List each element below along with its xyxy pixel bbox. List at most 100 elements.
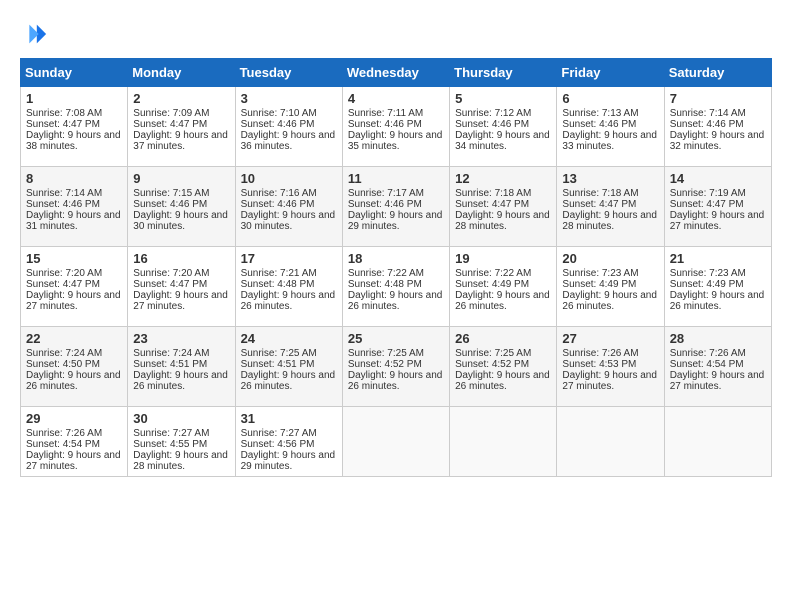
calendar-cell: 28Sunrise: 7:26 AMSunset: 4:54 PMDayligh…: [664, 327, 771, 407]
sunset-label: Sunset: 4:51 PM: [241, 359, 315, 370]
sunrise-label: Sunrise: 7:22 AM: [348, 268, 424, 279]
sunrise-label: Sunrise: 7:23 AM: [562, 268, 638, 279]
day-number: 29: [26, 411, 122, 426]
daylight-label: Daylight: 9 hours and 26 minutes.: [348, 370, 443, 392]
sunrise-label: Sunrise: 7:16 AM: [241, 188, 317, 199]
col-saturday: Saturday: [664, 59, 771, 87]
sunrise-label: Sunrise: 7:08 AM: [26, 108, 102, 119]
calendar-cell: 20Sunrise: 7:23 AMSunset: 4:49 PMDayligh…: [557, 247, 664, 327]
daylight-label: Daylight: 9 hours and 37 minutes.: [133, 130, 228, 152]
sunset-label: Sunset: 4:46 PM: [562, 119, 636, 130]
sunset-label: Sunset: 4:50 PM: [26, 359, 100, 370]
sunrise-label: Sunrise: 7:25 AM: [455, 348, 531, 359]
day-number: 18: [348, 251, 444, 266]
calendar-cell: 4Sunrise: 7:11 AMSunset: 4:46 PMDaylight…: [342, 87, 449, 167]
day-number: 2: [133, 91, 229, 106]
sunset-label: Sunset: 4:53 PM: [562, 359, 636, 370]
sunset-label: Sunset: 4:46 PM: [455, 119, 529, 130]
sunrise-label: Sunrise: 7:27 AM: [241, 428, 317, 439]
daylight-label: Daylight: 9 hours and 32 minutes.: [670, 130, 765, 152]
daylight-label: Daylight: 9 hours and 29 minutes.: [241, 450, 336, 472]
sunset-label: Sunset: 4:48 PM: [348, 279, 422, 290]
sunset-label: Sunset: 4:46 PM: [133, 199, 207, 210]
sunset-label: Sunset: 4:46 PM: [348, 199, 422, 210]
day-number: 21: [670, 251, 766, 266]
calendar-cell: 27Sunrise: 7:26 AMSunset: 4:53 PMDayligh…: [557, 327, 664, 407]
daylight-label: Daylight: 9 hours and 31 minutes.: [26, 210, 121, 232]
col-sunday: Sunday: [21, 59, 128, 87]
sunrise-label: Sunrise: 7:23 AM: [670, 268, 746, 279]
sunset-label: Sunset: 4:52 PM: [455, 359, 529, 370]
calendar-cell: 8Sunrise: 7:14 AMSunset: 4:46 PMDaylight…: [21, 167, 128, 247]
sunset-label: Sunset: 4:52 PM: [348, 359, 422, 370]
day-number: 26: [455, 331, 551, 346]
col-monday: Monday: [128, 59, 235, 87]
sunrise-label: Sunrise: 7:18 AM: [562, 188, 638, 199]
calendar-cell: 19Sunrise: 7:22 AMSunset: 4:49 PMDayligh…: [450, 247, 557, 327]
daylight-label: Daylight: 9 hours and 26 minutes.: [241, 370, 336, 392]
sunrise-label: Sunrise: 7:26 AM: [670, 348, 746, 359]
sunset-label: Sunset: 4:46 PM: [241, 199, 315, 210]
sunset-label: Sunset: 4:54 PM: [26, 439, 100, 450]
day-number: 27: [562, 331, 658, 346]
daylight-label: Daylight: 9 hours and 28 minutes.: [133, 450, 228, 472]
day-number: 12: [455, 171, 551, 186]
sunrise-label: Sunrise: 7:27 AM: [133, 428, 209, 439]
sunset-label: Sunset: 4:46 PM: [670, 119, 744, 130]
sunset-label: Sunset: 4:49 PM: [455, 279, 529, 290]
daylight-label: Daylight: 9 hours and 35 minutes.: [348, 130, 443, 152]
calendar-cell: 22Sunrise: 7:24 AMSunset: 4:50 PMDayligh…: [21, 327, 128, 407]
calendar-cell: 11Sunrise: 7:17 AMSunset: 4:46 PMDayligh…: [342, 167, 449, 247]
daylight-label: Daylight: 9 hours and 27 minutes.: [562, 370, 657, 392]
sunrise-label: Sunrise: 7:10 AM: [241, 108, 317, 119]
daylight-label: Daylight: 9 hours and 26 minutes.: [348, 290, 443, 312]
sunrise-label: Sunrise: 7:11 AM: [348, 108, 423, 119]
calendar-cell: 7Sunrise: 7:14 AMSunset: 4:46 PMDaylight…: [664, 87, 771, 167]
sunset-label: Sunset: 4:47 PM: [26, 279, 100, 290]
calendar-cell: [450, 407, 557, 477]
day-number: 16: [133, 251, 229, 266]
daylight-label: Daylight: 9 hours and 26 minutes.: [455, 370, 550, 392]
day-number: 7: [670, 91, 766, 106]
calendar-cell: 31Sunrise: 7:27 AMSunset: 4:56 PMDayligh…: [235, 407, 342, 477]
day-number: 30: [133, 411, 229, 426]
calendar-cell: [342, 407, 449, 477]
day-number: 14: [670, 171, 766, 186]
sunrise-label: Sunrise: 7:18 AM: [455, 188, 531, 199]
calendar-header-row: Sunday Monday Tuesday Wednesday Thursday…: [21, 59, 772, 87]
calendar-cell: 24Sunrise: 7:25 AMSunset: 4:51 PMDayligh…: [235, 327, 342, 407]
sunrise-label: Sunrise: 7:21 AM: [241, 268, 317, 279]
day-number: 9: [133, 171, 229, 186]
day-number: 25: [348, 331, 444, 346]
sunset-label: Sunset: 4:55 PM: [133, 439, 207, 450]
calendar-cell: [557, 407, 664, 477]
calendar-cell: 29Sunrise: 7:26 AMSunset: 4:54 PMDayligh…: [21, 407, 128, 477]
calendar-cell: 5Sunrise: 7:12 AMSunset: 4:46 PMDaylight…: [450, 87, 557, 167]
daylight-label: Daylight: 9 hours and 27 minutes.: [133, 290, 228, 312]
daylight-label: Daylight: 9 hours and 30 minutes.: [133, 210, 228, 232]
day-number: 28: [670, 331, 766, 346]
col-wednesday: Wednesday: [342, 59, 449, 87]
sunrise-label: Sunrise: 7:19 AM: [670, 188, 746, 199]
sunset-label: Sunset: 4:46 PM: [348, 119, 422, 130]
daylight-label: Daylight: 9 hours and 28 minutes.: [562, 210, 657, 232]
daylight-label: Daylight: 9 hours and 26 minutes.: [133, 370, 228, 392]
sunrise-label: Sunrise: 7:24 AM: [133, 348, 209, 359]
daylight-label: Daylight: 9 hours and 26 minutes.: [670, 290, 765, 312]
sunset-label: Sunset: 4:47 PM: [133, 119, 207, 130]
daylight-label: Daylight: 9 hours and 33 minutes.: [562, 130, 657, 152]
calendar-cell: [664, 407, 771, 477]
day-number: 13: [562, 171, 658, 186]
daylight-label: Daylight: 9 hours and 26 minutes.: [455, 290, 550, 312]
sunset-label: Sunset: 4:47 PM: [26, 119, 100, 130]
calendar-cell: 15Sunrise: 7:20 AMSunset: 4:47 PMDayligh…: [21, 247, 128, 327]
sunrise-label: Sunrise: 7:17 AM: [348, 188, 424, 199]
sunrise-label: Sunrise: 7:25 AM: [348, 348, 424, 359]
calendar-cell: 25 Sunrise: 7:25 AMSunset: 4:52 PMDayligh…: [342, 327, 449, 407]
logo-icon: [20, 20, 48, 48]
day-number: 10: [241, 171, 337, 186]
daylight-label: Daylight: 9 hours and 29 minutes.: [348, 210, 443, 232]
sunrise-label: Sunrise: 7:26 AM: [26, 428, 102, 439]
daylight-label: Daylight: 9 hours and 34 minutes.: [455, 130, 550, 152]
sunset-label: Sunset: 4:47 PM: [670, 199, 744, 210]
